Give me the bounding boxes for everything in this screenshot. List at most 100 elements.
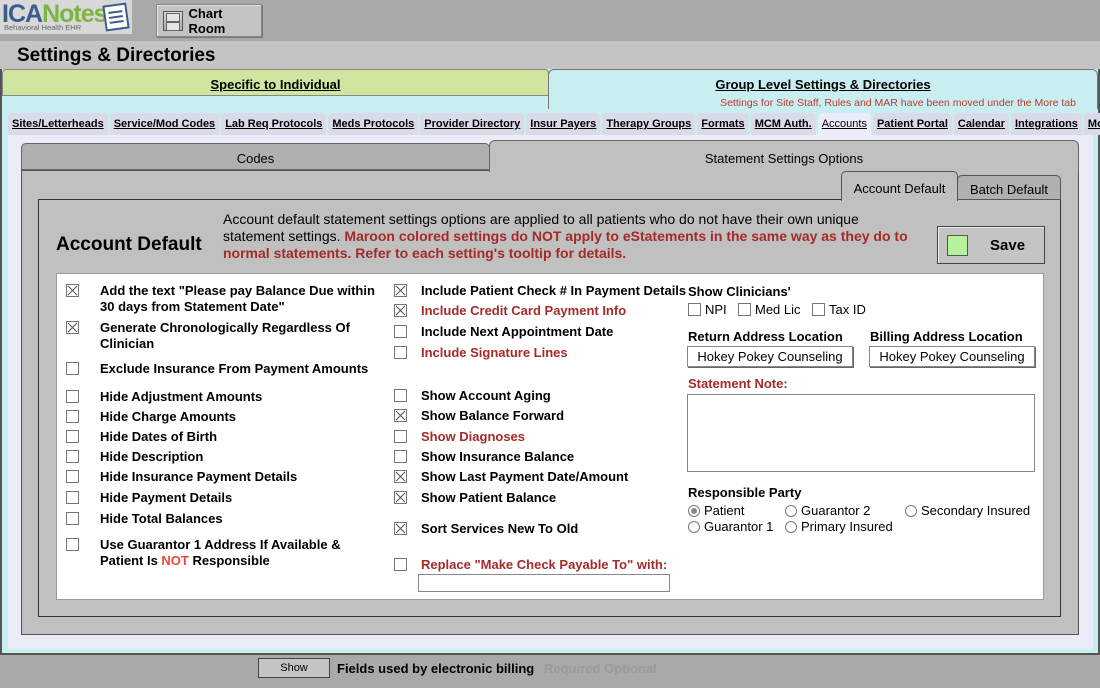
radio-button[interactable] <box>785 520 797 533</box>
checkbox[interactable] <box>66 470 79 483</box>
subtab-formats[interactable]: Formats <box>697 113 749 135</box>
option-show-patient-balance[interactable]: Show Patient Balance <box>394 490 556 506</box>
option-hide-dates-of-birth[interactable]: Hide Dates of Birth <box>66 429 385 445</box>
option-include-patient-check[interactable]: Include Patient Check # In Payment Detai… <box>394 283 686 299</box>
footer-legend: Required Optional <box>544 661 657 676</box>
tab-group-level-label: Group Level Settings & Directories <box>715 77 931 92</box>
checkbox[interactable] <box>394 491 407 504</box>
checkbox[interactable] <box>688 303 701 316</box>
checkbox[interactable] <box>812 303 825 316</box>
tab-specific-to-individual[interactable]: Specific to Individual <box>2 69 549 96</box>
subtab-insur-payers[interactable]: Insur Payers <box>526 113 601 135</box>
option-use-guarantor-address[interactable]: Use Guarantor 1 Address If Available & P… <box>66 537 385 569</box>
option-label: Generate Chronologically Regardless Of C… <box>100 320 350 351</box>
chart-room-button[interactable]: Chart Room <box>156 4 262 37</box>
billing-address-select[interactable]: Hokey Pokey Counseling <box>869 346 1035 367</box>
billing-address-label: Billing Address Location <box>870 329 1023 344</box>
checkbox[interactable] <box>66 430 79 443</box>
option-show-insurance-balance[interactable]: Show Insurance Balance <box>394 449 574 465</box>
option-show-account-aging[interactable]: Show Account Aging <box>394 388 551 404</box>
option-show-diagnoses[interactable]: Show Diagnoses <box>394 429 525 445</box>
checkbox[interactable] <box>394 325 407 338</box>
tab-group-level-settings[interactable]: Group Level Settings & Directories Setti… <box>548 69 1098 109</box>
option-show-balance-forward[interactable]: Show Balance Forward <box>394 408 564 424</box>
option-hide-insurance-payment-details[interactable]: Hide Insurance Payment Details <box>66 469 385 485</box>
checkbox[interactable] <box>394 346 407 359</box>
checkbox[interactable] <box>394 558 407 571</box>
option-hide-charge-amounts[interactable]: Hide Charge Amounts <box>66 409 385 425</box>
option-label: Hide Description <box>100 449 204 464</box>
radio-button[interactable] <box>905 504 917 517</box>
subtab-patient-portal[interactable]: Patient Portal <box>872 113 952 135</box>
subtab-accounts[interactable]: Accounts <box>817 113 871 135</box>
checkbox[interactable] <box>394 522 407 535</box>
subtab-sites-letterheads[interactable]: Sites/Letterheads <box>8 113 108 135</box>
radio-guarantor-2[interactable]: Guarantor 2 <box>785 503 870 518</box>
option-include-signature-lines[interactable]: Include Signature Lines <box>394 345 568 361</box>
show-button[interactable]: Show <box>258 658 330 678</box>
checkbox[interactable] <box>394 450 407 463</box>
option-label: Replace "Make Check Payable To" with: <box>421 557 668 572</box>
radio-button[interactable] <box>785 504 797 517</box>
checkbox[interactable] <box>66 362 79 375</box>
option-hide-description[interactable]: Hide Description <box>66 449 385 465</box>
save-button[interactable]: Save <box>937 226 1045 264</box>
radio-button[interactable] <box>688 504 700 517</box>
checkbox[interactable] <box>66 284 79 297</box>
tab-codes[interactable]: Codes <box>21 143 490 170</box>
checkbox[interactable] <box>66 450 79 463</box>
option-exclude-insurance[interactable]: Exclude Insurance From Payment Amounts <box>66 361 385 377</box>
tab-statement-settings-options[interactable]: Statement Settings Options <box>489 140 1079 172</box>
tab-account-default[interactable]: Account Default <box>841 171 958 201</box>
clinician-med-lic-option[interactable]: Med Lic <box>738 302 801 317</box>
radio-button[interactable] <box>688 520 700 533</box>
option-sort-services[interactable]: Sort Services New To Old <box>394 521 578 537</box>
checkbox[interactable] <box>66 390 79 403</box>
checkbox[interactable] <box>394 284 407 297</box>
checkbox[interactable] <box>394 430 407 443</box>
checkbox[interactable] <box>66 321 79 334</box>
option-include-next-appointment[interactable]: Include Next Appointment Date <box>394 324 613 340</box>
subtab-mcm-auth[interactable]: MCM Auth. <box>750 113 816 135</box>
subtab-more[interactable]: More <box>1083 113 1100 135</box>
checkbox[interactable] <box>394 470 407 483</box>
subtab-meds-protocols[interactable]: Meds Protocols <box>328 113 419 135</box>
make-check-payable-input[interactable] <box>418 574 670 592</box>
radio-guarantor-1[interactable]: Guarantor 1 <box>688 519 773 534</box>
option-replace-make-check-payable[interactable]: Replace "Make Check Payable To" with: <box>394 557 667 573</box>
checkbox[interactable] <box>738 303 751 316</box>
radio-primary-insured[interactable]: Primary Insured <box>785 519 893 534</box>
option-label: Show Account Aging <box>421 388 551 403</box>
radio-secondary-insured[interactable]: Secondary Insured <box>905 503 1030 518</box>
statement-note-label: Statement Note: <box>688 376 788 391</box>
account-default-title: Account Default <box>56 234 202 255</box>
return-address-select[interactable]: Hokey Pokey Counseling <box>687 346 853 367</box>
option-add-pay-text[interactable]: Add the text "Please pay Balance Due wit… <box>66 283 385 315</box>
clinician-npi-option[interactable]: NPI <box>688 302 727 317</box>
option-include-credit-card[interactable]: Include Credit Card Payment Info <box>394 303 626 319</box>
checkbox[interactable] <box>394 304 407 317</box>
checkbox[interactable] <box>66 512 79 525</box>
subtab-integrations[interactable]: Integrations <box>1010 113 1082 135</box>
checkbox[interactable] <box>66 410 79 423</box>
subtab-provider-directory[interactable]: Provider Directory <box>420 113 525 135</box>
subtab-lab-req-protocols[interactable]: Lab Req Protocols <box>221 113 327 135</box>
checkbox[interactable] <box>394 389 407 402</box>
subtab-therapy-groups[interactable]: Therapy Groups <box>602 113 696 135</box>
subtab-calendar[interactable]: Calendar <box>953 113 1009 135</box>
option-hide-adjustment-amounts[interactable]: Hide Adjustment Amounts <box>66 389 385 405</box>
option-hide-payment-details[interactable]: Hide Payment Details <box>66 490 385 506</box>
option-label: Show Balance Forward <box>421 408 565 423</box>
radio-label: Guarantor 1 <box>704 519 774 534</box>
option-generate-chronologically[interactable]: Generate Chronologically Regardless Of C… <box>66 320 385 352</box>
clinician-tax-id-option[interactable]: Tax ID <box>812 302 866 317</box>
statement-note-textarea[interactable] <box>687 394 1035 472</box>
checkbox[interactable] <box>66 491 79 504</box>
option-hide-total-balances[interactable]: Hide Total Balances <box>66 511 385 527</box>
subtab-service-mod-codes[interactable]: Service/Mod Codes <box>109 113 220 135</box>
radio-patient[interactable]: Patient <box>688 503 744 518</box>
option-show-last-payment[interactable]: Show Last Payment Date/Amount <box>394 469 628 485</box>
tab-batch-default[interactable]: Batch Default <box>957 175 1061 200</box>
checkbox[interactable] <box>394 409 407 422</box>
checkbox[interactable] <box>66 538 79 551</box>
